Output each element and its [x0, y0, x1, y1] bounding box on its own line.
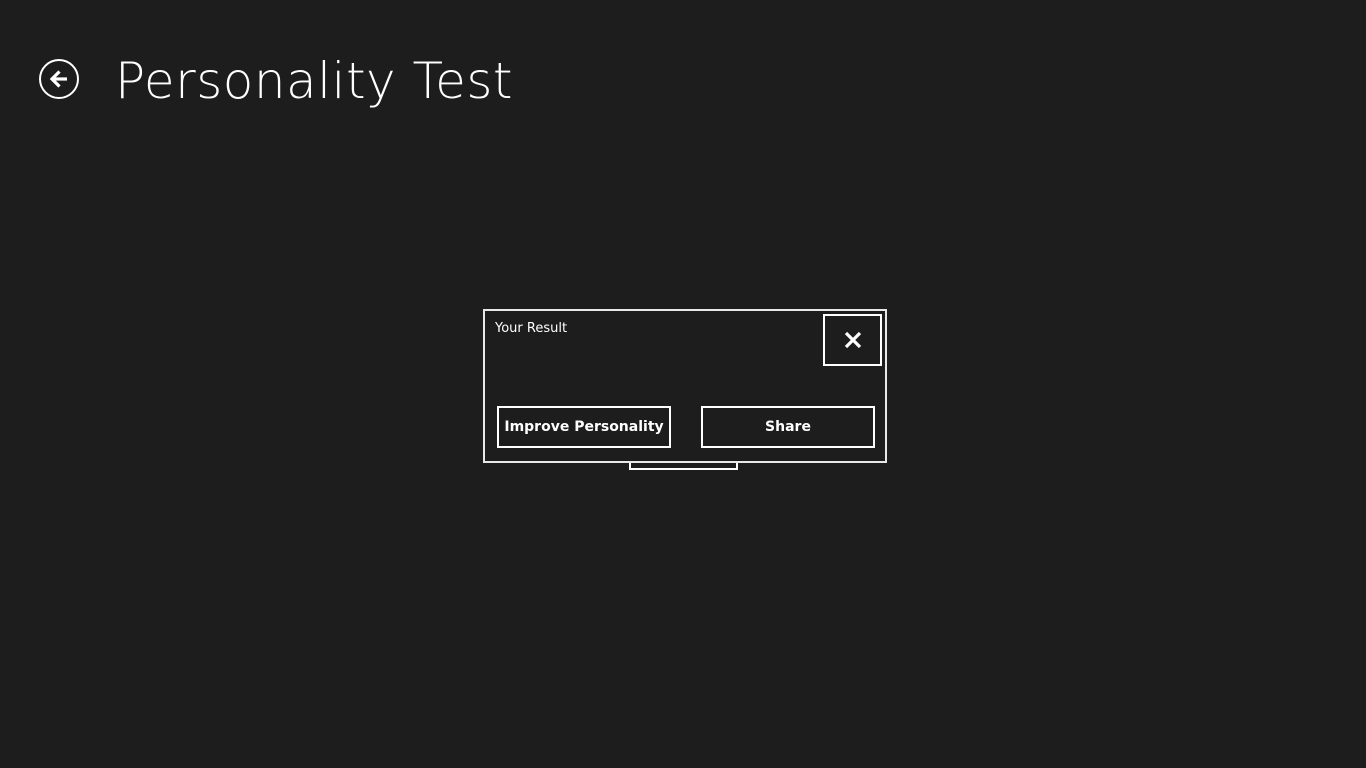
back-button[interactable]: [39, 59, 79, 99]
improve-personality-button[interactable]: Improve Personality: [497, 406, 671, 448]
app-page: Personality Test Your Result Improve Per…: [0, 0, 1366, 768]
share-button[interactable]: Share: [701, 406, 875, 448]
back-arrow-icon: [49, 70, 67, 88]
page-title: Personality Test: [115, 52, 513, 110]
result-dialog: Your Result Improve Personality Share: [483, 309, 887, 463]
dialog-title: Your Result: [495, 321, 568, 336]
close-button[interactable]: [823, 314, 882, 366]
close-icon: [844, 331, 861, 349]
